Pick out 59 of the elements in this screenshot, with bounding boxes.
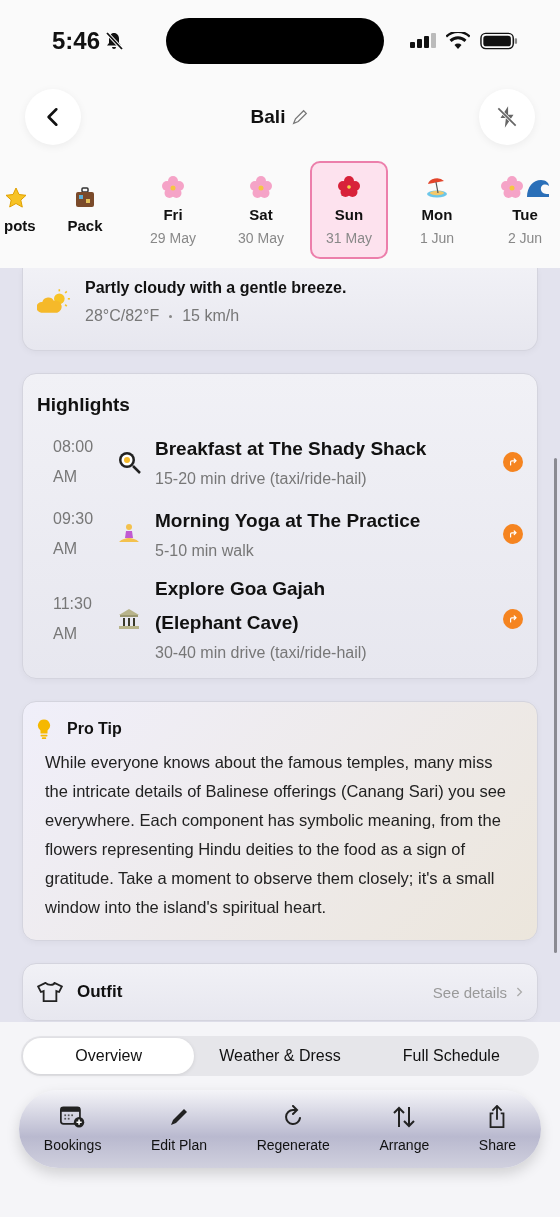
wind-speed: 15 km/h: [182, 307, 240, 325]
turn-arrow-icon: [507, 456, 519, 468]
directions-button[interactable]: [503, 609, 523, 629]
directions-button[interactable]: [503, 452, 523, 472]
directions-button[interactable]: [503, 524, 523, 544]
battery-icon: [480, 32, 519, 50]
day-tab[interactable]: Mon 1 Jun: [398, 161, 476, 259]
day-tab[interactable]: Sat 30 May: [222, 161, 300, 259]
event-title: Morning Yoga at The Practice: [155, 509, 422, 533]
shirt-icon: [37, 982, 63, 1002]
event-title: Explore Goa Gajah (Elephant Cave): [155, 577, 326, 635]
flower-icon: [249, 174, 273, 199]
flower-and-wave-icon: [500, 174, 550, 199]
view-tab[interactable]: Weather & Dress: [194, 1038, 366, 1074]
travel-time: 5-10 min walk: [155, 542, 255, 560]
star-icon: [4, 186, 28, 210]
trip-title: Bali: [250, 106, 286, 128]
toolbar-button[interactable]: Share: [474, 1105, 521, 1153]
muted-bell-icon: [104, 31, 125, 51]
pencil-icon[interactable]: [291, 108, 310, 126]
frying-pan-icon: [117, 450, 141, 474]
outfit-title: Outfit: [77, 982, 124, 1002]
calendar-add-icon: [59, 1105, 86, 1129]
tip-title: Pro Tip: [67, 720, 122, 738]
view-tab[interactable]: Full Schedule: [365, 1038, 537, 1074]
suitcase-icon: [73, 186, 97, 210]
clock-time: 5:46: [52, 27, 101, 55]
classical-building-icon: [117, 607, 141, 631]
chevron-right-icon: [515, 986, 523, 998]
day-tab[interactable]: Sun 31 May: [310, 161, 388, 259]
hibiscus-icon: [337, 174, 361, 199]
tip-text: While everyone knows about the famous temples, many miss the intricate details of Balinese offerings (Canang Sari) you see everywhere. Each component has symbolic meaning, from the flowers representing Hindu deities to the food as a sign of gratitude. Take a moment to observe them closely; it's a small window into the island's spiritual heart.: [45, 752, 507, 918]
event-time: 08:00 AM: [52, 437, 95, 487]
toolbar-button[interactable]: Bookings: [39, 1105, 106, 1153]
travel-time: 15-20 min drive (taxi/ride-hail): [155, 470, 368, 488]
signal-icon: [410, 33, 437, 49]
travel-time: 30-40 min drive (taxi/ride-hail): [155, 644, 368, 662]
weather-summary: Partly cloudy with a gentle breeze.: [85, 279, 347, 297]
separator-dot: [169, 314, 173, 318]
toolbar-button[interactable]: Regenerate: [252, 1105, 334, 1153]
sort-arrows-icon: [391, 1105, 418, 1129]
toolbar-button[interactable]: Arrange: [375, 1105, 434, 1153]
sun-behind-cloud-icon: [37, 289, 71, 315]
event-time: 11:30 AM: [52, 594, 93, 644]
turn-arrow-icon: [507, 528, 519, 540]
view-tab[interactable]: Overview: [23, 1038, 195, 1074]
day-tab[interactable]: Pack: [46, 161, 124, 259]
flower-icon: [161, 174, 185, 199]
day-tab[interactable]: Tue 2 Jun: [486, 161, 560, 259]
temperature: 28°C/82°F: [85, 307, 160, 325]
wifi-icon: [446, 32, 471, 50]
event-title: Breakfast at The Shady Shack: [155, 437, 428, 461]
light-bulb-icon: [37, 718, 51, 740]
section-heading: Highlights: [37, 394, 131, 416]
toolbar-button[interactable]: Edit Plan: [147, 1105, 212, 1153]
day-tab[interactable]: pots: [2, 161, 36, 259]
day-tab[interactable]: Fri 29 May: [134, 161, 212, 259]
event-time: 09:30 AM: [52, 509, 95, 559]
turn-arrow-icon: [507, 613, 519, 625]
